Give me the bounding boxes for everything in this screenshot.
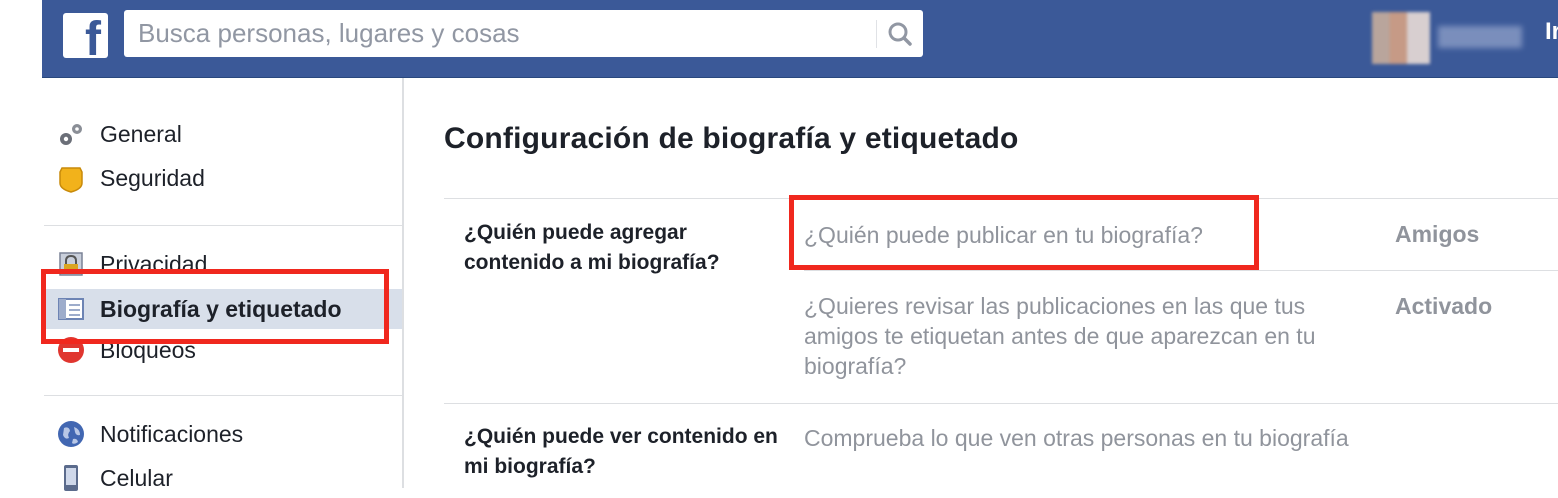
section-question: ¿Quién puede agregar contenido a mi biog… — [464, 221, 720, 274]
mobile-icon — [64, 465, 78, 491]
lock-icon — [59, 252, 83, 276]
sidebar-item-label: Celular — [100, 464, 173, 491]
gears-icon — [60, 124, 82, 145]
setting-review-tags[interactable]: ¿Quieres revisar las publicaciones en la… — [804, 291, 1364, 381]
sidebar-border — [402, 78, 404, 488]
sidebar-item-label: Notificaciones — [100, 420, 244, 447]
section-divider — [444, 403, 1558, 404]
sidebar-item-general[interactable]: General — [44, 114, 402, 154]
sidebar-item-bloqueos[interactable]: Bloqueos — [44, 330, 402, 370]
avatar[interactable] — [1372, 12, 1430, 64]
setting-who-can-post[interactable]: ¿Quién puede publicar en tu biografía? — [804, 220, 1364, 250]
page-title: Configuración de biografía y etiquetado — [444, 122, 1019, 155]
search-divider — [876, 20, 877, 48]
sidebar-item-privacidad[interactable]: Privacidad — [44, 244, 402, 284]
search-button[interactable] — [880, 16, 920, 52]
timeline-icon — [58, 298, 84, 320]
badge-icon — [59, 167, 83, 193]
search-box — [124, 10, 923, 57]
sidebar-item-label: General — [100, 120, 182, 147]
globe-icon — [58, 421, 84, 447]
sidebar-item-celular[interactable]: Celular — [44, 458, 402, 498]
sidebar-item-label: Bloqueos — [100, 336, 196, 363]
top-bar: f Ir — [42, 0, 1558, 78]
setting-view-as[interactable]: Comprueba lo que ven otras personas en t… — [804, 423, 1364, 453]
sidebar-item-label: Privacidad — [100, 250, 208, 277]
setting-value-activado[interactable]: Activado — [1395, 293, 1492, 320]
setting-divider — [804, 270, 1558, 271]
sidebar-item-notificaciones[interactable]: Notificaciones — [44, 414, 402, 454]
profile-link[interactable]: Ir — [1545, 18, 1558, 46]
sidebar-item-seguridad[interactable]: Seguridad — [44, 158, 402, 198]
search-icon — [888, 22, 912, 46]
sidebar-item-label: Biografía y etiquetado — [100, 295, 342, 322]
facebook-logo[interactable]: f — [63, 13, 108, 58]
sidebar-item-biografia[interactable]: Biografía y etiquetado — [44, 289, 402, 329]
search-input[interactable] — [124, 10, 874, 57]
setting-value-amigos[interactable]: Amigos — [1395, 221, 1479, 248]
sidebar-divider — [44, 395, 402, 396]
blurred-user-name[interactable] — [1438, 26, 1522, 48]
sidebar-item-label: Seguridad — [100, 164, 205, 191]
section-question: ¿Quién puede ver contenido en mi biograf… — [464, 425, 778, 478]
section-divider — [444, 198, 1558, 199]
facebook-logo-letter: f — [85, 13, 101, 59]
sidebar-divider — [44, 225, 402, 226]
block-icon — [58, 337, 84, 363]
